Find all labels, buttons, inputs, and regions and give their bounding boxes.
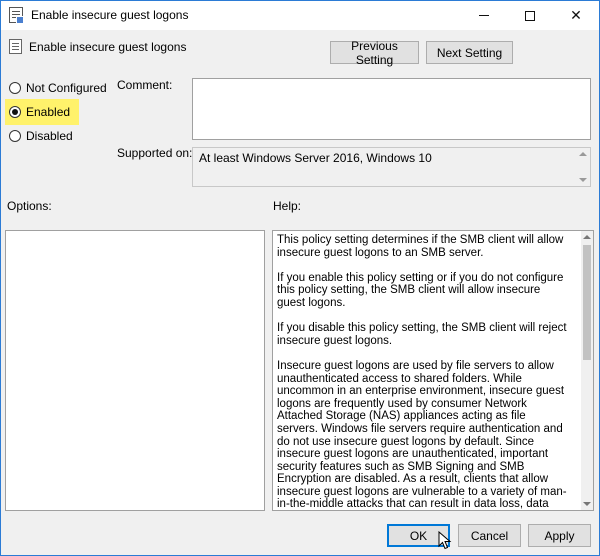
radio-enabled-circle[interactable]: [9, 106, 21, 118]
radio-enabled[interactable]: Enabled: [9, 103, 70, 121]
radio-not-configured-label: Not Configured: [26, 81, 107, 95]
scroll-down-icon[interactable]: [583, 502, 591, 506]
scroll-up-icon[interactable]: [583, 235, 591, 239]
radio-not-configured[interactable]: Not Configured: [9, 79, 107, 97]
help-paragraph: If you disable this policy setting, the …: [277, 322, 567, 347]
next-setting-button[interactable]: Next Setting: [426, 41, 513, 64]
help-scrollbar[interactable]: [581, 230, 594, 511]
radio-disabled-label: Disabled: [26, 129, 73, 143]
options-label: Options:: [7, 199, 52, 213]
title-bar[interactable]: Enable insecure guest logons ✕: [1, 1, 599, 30]
mouse-pointer-icon: [438, 531, 452, 550]
window-title: Enable insecure guest logons: [31, 8, 189, 22]
scrollbar-thumb[interactable]: [583, 245, 591, 360]
minimize-button[interactable]: [461, 1, 507, 30]
minimize-icon: [479, 15, 489, 16]
scroll-down-icon[interactable]: [579, 178, 587, 182]
help-text: This policy setting determines if the SM…: [277, 234, 567, 511]
radio-not-configured-circle[interactable]: [9, 82, 21, 94]
help-paragraph: This policy setting determines if the SM…: [277, 234, 564, 259]
cancel-button[interactable]: Cancel: [458, 524, 521, 547]
apply-button[interactable]: Apply: [528, 524, 591, 547]
help-label: Help:: [273, 199, 302, 213]
close-icon: ✕: [570, 7, 582, 23]
maximize-icon: [525, 10, 535, 21]
comment-label: Comment:: [117, 78, 173, 92]
scroll-up-icon[interactable]: [579, 152, 587, 156]
radio-disabled-circle[interactable]: [9, 130, 21, 142]
help-paragraph: If you enable this policy setting or if …: [277, 271, 564, 309]
policy-title: Enable insecure guest logons: [29, 40, 187, 54]
policy-dialog-window: Enable insecure guest logons ✕ Enable in…: [0, 0, 600, 556]
close-button[interactable]: ✕: [553, 1, 599, 30]
radio-disabled[interactable]: Disabled: [9, 127, 73, 145]
supported-on-label: Supported on:: [117, 146, 193, 160]
policy-document-icon: [9, 39, 22, 54]
maximize-button[interactable]: [507, 1, 553, 30]
supported-on-field: At least Windows Server 2016, Windows 10: [192, 147, 591, 187]
radio-enabled-label: Enabled: [26, 105, 71, 119]
comment-textarea[interactable]: [192, 78, 591, 140]
help-panel: This policy setting determines if the SM…: [272, 230, 582, 511]
supported-on-value: At least Windows Server 2016, Windows 10: [199, 151, 432, 165]
help-paragraph: Insecure guest logons are used by file s…: [277, 359, 567, 511]
options-panel: [5, 230, 265, 511]
previous-setting-button[interactable]: Previous Setting: [330, 39, 419, 67]
policy-document-icon: [9, 7, 24, 24]
